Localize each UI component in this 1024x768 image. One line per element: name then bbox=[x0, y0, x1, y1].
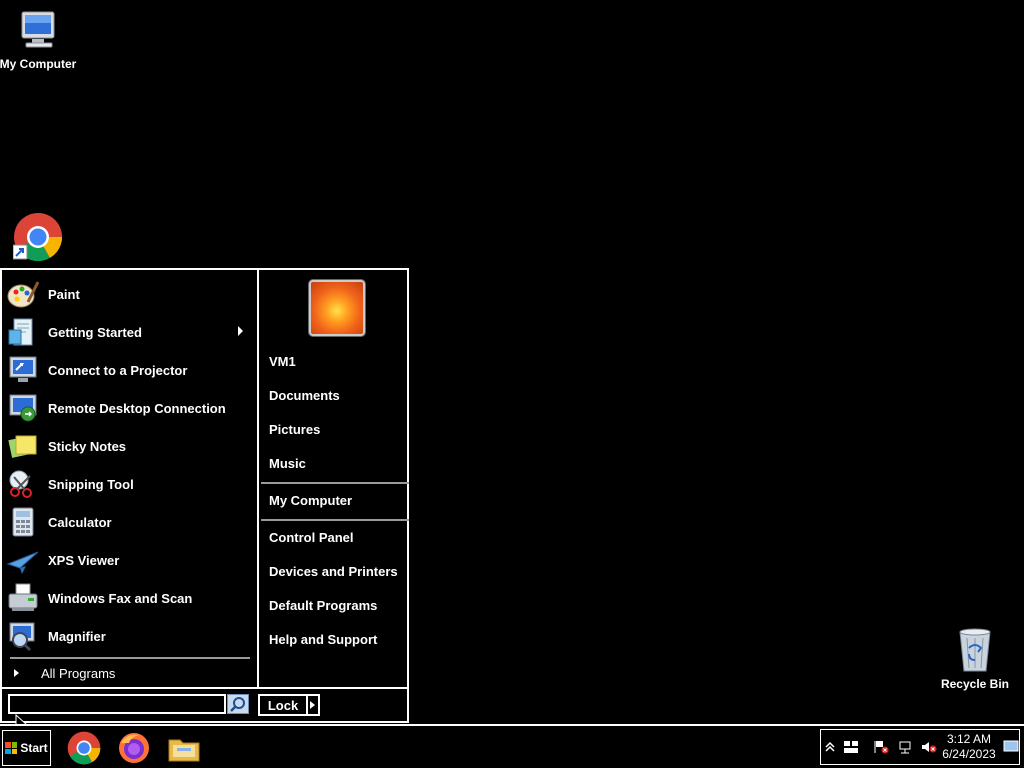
show-desktop-icon[interactable] bbox=[1003, 740, 1019, 754]
program-connect-projector[interactable]: Connect to a Projector bbox=[6, 352, 251, 388]
place-default-programs[interactable]: Default Programs bbox=[269, 598, 377, 613]
start-menu-places-pane: VM1 Documents Pictures Music My Computer… bbox=[257, 270, 409, 687]
clock-date: 6/24/2023 bbox=[942, 747, 996, 761]
projector-icon bbox=[6, 354, 40, 386]
places-divider bbox=[261, 519, 409, 521]
places-divider bbox=[261, 482, 409, 484]
desktop-icon-my-computer[interactable]: My Computer bbox=[0, 8, 78, 71]
user-avatar[interactable] bbox=[309, 280, 365, 336]
desktop-icon-label: My Computer bbox=[0, 57, 77, 71]
program-xps-viewer[interactable]: XPS Viewer bbox=[6, 542, 251, 578]
program-getting-started[interactable]: Getting Started bbox=[6, 314, 251, 350]
network-icon[interactable] bbox=[843, 740, 859, 754]
program-label: Calculator bbox=[48, 514, 112, 530]
volume-muted-icon[interactable] bbox=[921, 740, 937, 754]
program-remote-desktop[interactable]: Remote Desktop Connection bbox=[6, 390, 251, 426]
taskbar: Start 3:12 AM 6/24/2023 bbox=[0, 724, 1024, 768]
program-sticky-notes[interactable]: Sticky Notes bbox=[6, 428, 251, 464]
program-label: Paint bbox=[48, 286, 80, 302]
recycle-bin-icon bbox=[959, 628, 991, 672]
paint-icon bbox=[6, 278, 40, 310]
windows-logo-icon bbox=[5, 742, 18, 754]
lock-button[interactable]: Lock bbox=[258, 694, 308, 716]
program-magnifier[interactable]: Magnifier bbox=[6, 618, 251, 654]
chrome-icon bbox=[67, 731, 101, 765]
clock-time: 3:12 AM bbox=[946, 732, 992, 746]
all-programs-label: All Programs bbox=[41, 665, 116, 681]
program-label: Remote Desktop Connection bbox=[48, 400, 226, 416]
taskbar-chrome-button[interactable] bbox=[67, 731, 101, 765]
desktop-icon-recycle-bin[interactable]: Recycle Bin bbox=[935, 626, 1015, 691]
submenu-arrow-icon bbox=[238, 326, 243, 336]
program-paint[interactable]: Paint bbox=[6, 276, 251, 312]
computer-icon bbox=[21, 11, 55, 48]
firefox-icon bbox=[119, 733, 149, 763]
program-snipping-tool[interactable]: Snipping Tool bbox=[6, 466, 251, 502]
fax-scan-icon bbox=[6, 582, 40, 614]
program-calculator[interactable]: Calculator bbox=[6, 504, 251, 540]
desktop-icon-chrome[interactable] bbox=[0, 212, 78, 265]
start-menu-programs-pane: Paint Getting Started Connect to a Proje… bbox=[2, 270, 255, 687]
taskbar-firefox-button[interactable] bbox=[117, 731, 151, 765]
place-music[interactable]: Music bbox=[269, 456, 306, 471]
place-control-panel[interactable]: Control Panel bbox=[269, 530, 354, 545]
chrome-icon bbox=[12, 213, 63, 262]
place-devices-printers[interactable]: Devices and Printers bbox=[269, 564, 398, 579]
program-label: Getting Started bbox=[48, 324, 142, 340]
place-documents[interactable]: Documents bbox=[269, 388, 340, 403]
sticky-notes-icon bbox=[6, 430, 40, 462]
place-pictures[interactable]: Pictures bbox=[269, 422, 320, 437]
programs-divider bbox=[10, 657, 250, 659]
desktop-icon-label: Recycle Bin bbox=[940, 677, 1010, 691]
program-label: XPS Viewer bbox=[48, 552, 120, 568]
remote-desktop-icon bbox=[6, 392, 40, 424]
program-label: Sticky Notes bbox=[48, 438, 127, 454]
system-tray: 3:12 AM 6/24/2023 bbox=[820, 729, 1020, 765]
search-button[interactable] bbox=[227, 694, 249, 714]
show-hidden-icons-icon[interactable] bbox=[825, 740, 841, 754]
program-label: Connect to a Projector bbox=[48, 362, 188, 378]
all-programs-arrow-icon bbox=[14, 669, 19, 677]
start-menu-bottom-bar: Lock bbox=[2, 687, 407, 721]
taskbar-explorer-button[interactable] bbox=[167, 731, 201, 765]
network-connection-icon[interactable] bbox=[897, 740, 913, 754]
magnifier-icon bbox=[6, 620, 40, 652]
calculator-icon bbox=[6, 506, 40, 538]
search-icon bbox=[230, 697, 245, 712]
folder-icon bbox=[168, 739, 200, 762]
program-label: Snipping Tool bbox=[48, 476, 134, 492]
start-menu: Paint Getting Started Connect to a Proje… bbox=[0, 268, 409, 723]
place-my-computer[interactable]: My Computer bbox=[269, 493, 352, 508]
snipping-tool-icon bbox=[6, 468, 40, 500]
place-user-folder[interactable]: VM1 bbox=[269, 354, 296, 369]
search-input[interactable] bbox=[8, 694, 226, 714]
start-label: Start bbox=[20, 741, 48, 755]
xps-viewer-icon bbox=[6, 544, 40, 576]
program-label: Windows Fax and Scan bbox=[48, 590, 193, 606]
clock[interactable]: 3:12 AM 6/24/2023 bbox=[941, 732, 997, 762]
action-center-flag-icon[interactable] bbox=[873, 740, 889, 754]
start-button[interactable]: Start bbox=[2, 730, 51, 766]
getting-started-icon bbox=[6, 316, 40, 348]
program-fax-scan[interactable]: Windows Fax and Scan bbox=[6, 580, 251, 616]
program-label: Magnifier bbox=[48, 628, 106, 644]
all-programs-button[interactable]: All Programs bbox=[6, 663, 251, 683]
shutdown-options-button[interactable] bbox=[308, 694, 320, 716]
place-help-support[interactable]: Help and Support bbox=[269, 632, 377, 647]
